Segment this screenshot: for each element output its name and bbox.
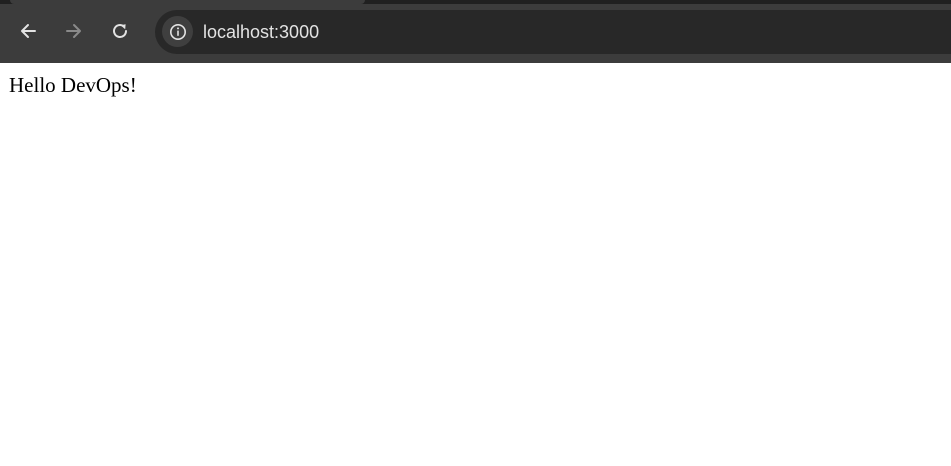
address-bar[interactable]: localhost:3000 — [155, 10, 951, 54]
page-content: Hello DevOps! — [0, 63, 951, 466]
page-text: Hello DevOps! — [9, 73, 137, 97]
reload-button[interactable] — [105, 16, 135, 46]
site-info-button[interactable] — [162, 16, 193, 47]
arrow-left-icon — [21, 24, 36, 38]
arrow-right-icon — [66, 24, 81, 38]
url-text[interactable]: localhost:3000 — [203, 21, 319, 43]
reload-icon — [113, 24, 127, 38]
forward-button[interactable] — [59, 16, 89, 46]
info-icon — [169, 23, 186, 40]
back-button[interactable] — [13, 16, 43, 46]
tab-strip — [0, 0, 951, 4]
browser-toolbar: localhost:3000 — [0, 0, 951, 63]
